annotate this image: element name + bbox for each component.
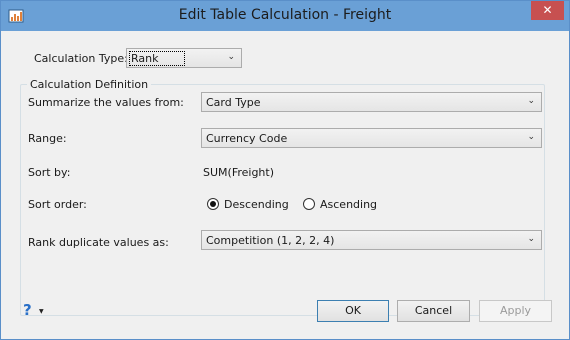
descending-label[interactable]: Descending [224, 198, 289, 211]
title-bar[interactable]: Edit Table Calculation - Freight ✕ [1, 1, 569, 31]
calculation-definition-title: Calculation Definition [27, 78, 152, 91]
descending-radio[interactable] [207, 198, 219, 210]
summarize-select[interactable]: Card Type ⌄ [201, 92, 542, 112]
rank-duplicates-value: Competition (1, 2, 2, 4) [206, 234, 335, 247]
window-title: Edit Table Calculation - Freight [178, 7, 392, 23]
close-button[interactable]: ✕ [531, 1, 564, 20]
range-select[interactable]: Currency Code ⌄ [201, 128, 542, 148]
chevron-down-icon: ⌄ [527, 234, 535, 244]
rank-duplicates-label: Rank duplicate values as: [28, 236, 169, 249]
ascending-radio[interactable] [303, 198, 315, 210]
calculation-type-value: Rank [129, 51, 186, 66]
chevron-down-icon: ⌄ [527, 96, 535, 106]
summarize-label: Summarize the values from: [28, 96, 184, 109]
sort-by-label: Sort by: [28, 166, 71, 179]
rank-duplicates-select[interactable]: Competition (1, 2, 2, 4) ⌄ [201, 230, 542, 250]
apply-button[interactable]: Apply [479, 300, 552, 322]
calculation-type-label: Calculation Type: [34, 52, 128, 65]
summarize-value: Card Type [206, 96, 261, 109]
sort-by-value: SUM(Freight) [203, 166, 275, 179]
ok-button[interactable]: OK [317, 300, 389, 322]
help-menu-caret-icon[interactable]: ▼ [39, 308, 44, 315]
chevron-down-icon: ⌄ [227, 52, 235, 62]
chevron-down-icon: ⌄ [527, 132, 535, 142]
range-label: Range: [28, 132, 67, 145]
sort-order-label: Sort order: [28, 198, 87, 211]
cancel-button[interactable]: Cancel [397, 300, 470, 322]
calculation-type-select[interactable]: Rank ⌄ [126, 48, 242, 68]
help-icon[interactable]: ? [23, 301, 32, 319]
range-value: Currency Code [206, 132, 288, 145]
dialog-window: Edit Table Calculation - Freight ✕ Calcu… [0, 0, 570, 340]
ascending-label[interactable]: Ascending [320, 198, 377, 211]
close-icon: ✕ [542, 3, 553, 17]
